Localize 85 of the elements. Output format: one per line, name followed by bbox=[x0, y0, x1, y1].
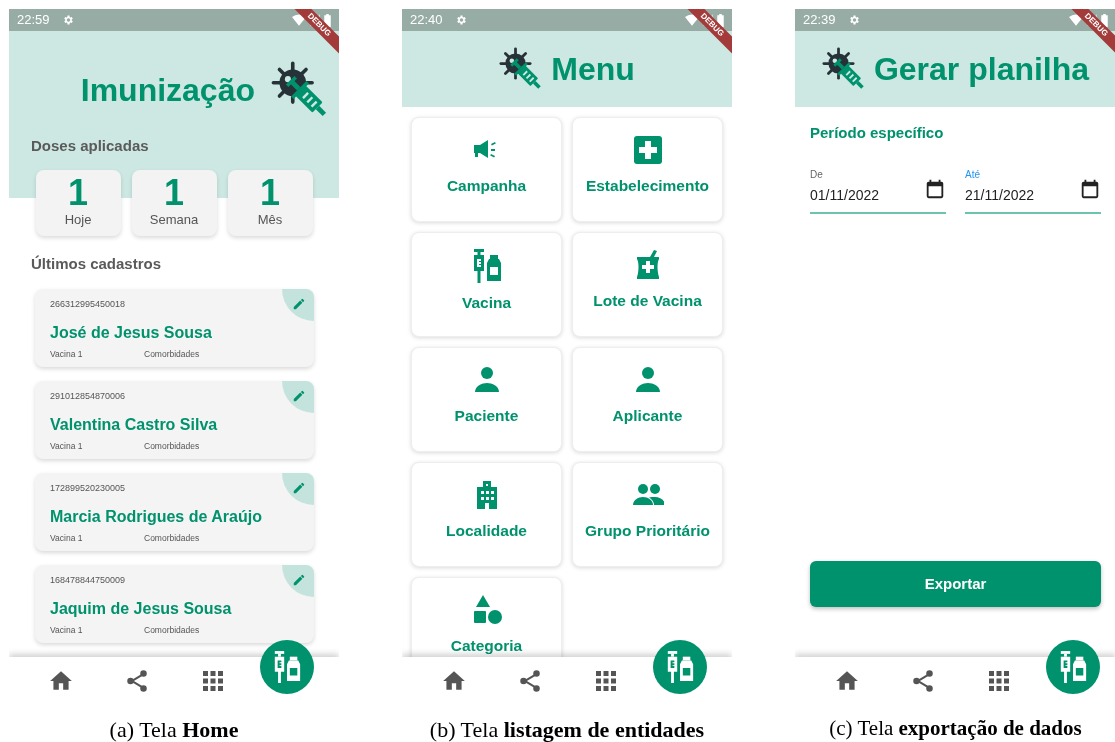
battery-icon bbox=[717, 13, 724, 27]
add-vaccination-button[interactable] bbox=[653, 640, 707, 694]
figure-caption: (b) Tela listagem de entidades bbox=[429, 716, 705, 742]
menu-label: Localidade bbox=[446, 521, 527, 541]
person-name: Valentina Castro Silva bbox=[50, 414, 219, 435]
comorbidities-label: Comorbidades bbox=[144, 347, 200, 361]
status-time: 22:59 bbox=[17, 11, 50, 30]
battery-icon bbox=[324, 13, 331, 27]
menu-label: Grupo Prioritário bbox=[585, 521, 710, 541]
vaccine-label: Vacina 1 bbox=[50, 347, 84, 361]
menu-card[interactable]: Localidade bbox=[411, 462, 562, 567]
field-value: 01/11/2022 bbox=[810, 185, 881, 205]
add-vaccination-button[interactable] bbox=[1046, 640, 1100, 694]
menu-card[interactable]: Lote de Vacina bbox=[572, 232, 723, 337]
record-id: 266312995450018 bbox=[50, 298, 127, 311]
virus-syringe-icon bbox=[821, 47, 866, 91]
menu-label: Lote de Vacina bbox=[593, 291, 702, 311]
status-time: 22:39 bbox=[803, 11, 836, 30]
stat-label: Semana bbox=[149, 210, 199, 229]
pencil-icon bbox=[292, 573, 306, 587]
field-value: 21/11/2022 bbox=[965, 185, 1036, 205]
page-title: Gerar planilha bbox=[873, 50, 1090, 89]
calendar-icon[interactable] bbox=[1079, 177, 1101, 200]
medical-cross-icon bbox=[631, 134, 664, 166]
field-label: De bbox=[810, 167, 824, 182]
menu-card[interactable]: Campanha bbox=[411, 117, 562, 222]
calendar-icon[interactable] bbox=[924, 177, 946, 200]
menu-card[interactable]: Aplicante bbox=[572, 347, 723, 452]
record-id: 291012854870006 bbox=[50, 390, 127, 403]
stat-label: Hoje bbox=[64, 210, 92, 229]
menu-card[interactable]: Grupo Prioritário bbox=[572, 462, 723, 567]
gear-icon bbox=[61, 14, 74, 26]
comorbidities-label: Comorbidades bbox=[144, 623, 200, 637]
status-time: 22:40 bbox=[410, 11, 443, 30]
pencil-icon bbox=[292, 297, 306, 311]
apps-grid-icon[interactable] bbox=[201, 669, 225, 693]
page-title: Menu bbox=[551, 50, 635, 89]
vaccine-label: Vacina 1 bbox=[50, 623, 84, 637]
pencil-icon bbox=[292, 481, 306, 495]
syringe-vial-icon bbox=[272, 651, 302, 683]
menu-label: Aplicante bbox=[612, 406, 683, 426]
section-heading: Últimos cadastros bbox=[31, 253, 163, 274]
vaccine-label: Vacina 1 bbox=[50, 439, 84, 453]
syringe-vial-icon bbox=[665, 651, 695, 683]
stat-value: 1 bbox=[68, 175, 88, 210]
apps-grid-icon[interactable] bbox=[987, 669, 1011, 693]
date-field[interactable]: De 01/11/2022 bbox=[810, 166, 946, 214]
section-heading: Doses aplicadas bbox=[31, 136, 150, 156]
apps-grid-icon[interactable] bbox=[594, 669, 618, 693]
record-id: 172899520230005 bbox=[50, 482, 127, 495]
comorbidities-label: Comorbidades bbox=[144, 439, 200, 453]
stat-value: 1 bbox=[260, 175, 280, 210]
menu-card[interactable]: Vacina bbox=[411, 232, 562, 337]
menu-label: Categoria bbox=[450, 636, 523, 656]
section-heading: Período específico bbox=[810, 123, 945, 143]
menu-card[interactable]: Categoria bbox=[411, 577, 562, 657]
virus-syringe-icon bbox=[271, 61, 329, 119]
date-field[interactable]: Até 21/11/2022 bbox=[965, 166, 1101, 214]
gear-icon bbox=[847, 14, 860, 26]
syringe-vial-icon bbox=[1058, 651, 1088, 683]
menu-card[interactable]: Estabelecimento bbox=[572, 117, 723, 222]
figure-caption: (a) Tela Home bbox=[109, 716, 239, 742]
record-id: 168478844750009 bbox=[50, 574, 127, 587]
share-icon[interactable] bbox=[517, 668, 543, 694]
stat-value: 1 bbox=[164, 175, 184, 210]
share-icon[interactable] bbox=[910, 668, 936, 694]
comorbidities-label: Comorbidades bbox=[144, 531, 200, 545]
vaccine-label: Vacina 1 bbox=[50, 531, 84, 545]
battery-icon bbox=[1101, 13, 1108, 27]
person-name: Jaquim de Jesus Sousa bbox=[50, 598, 233, 619]
person-name: José de Jesus Sousa bbox=[50, 322, 213, 343]
figure-caption: (c) Tela exportação de dados bbox=[829, 715, 1082, 742]
menu-label: Campanha bbox=[446, 176, 527, 196]
export-button[interactable]: Exportar bbox=[810, 561, 1101, 607]
person-name: Marcia Rodrigues de Araújo bbox=[50, 506, 263, 527]
field-label: Até bbox=[965, 167, 981, 182]
pencil-icon bbox=[292, 389, 306, 403]
menu-label: Estabelecimento bbox=[585, 176, 710, 196]
gear-icon bbox=[454, 14, 467, 26]
share-icon[interactable] bbox=[124, 668, 150, 694]
stat-label: Mês bbox=[257, 210, 283, 229]
menu-card[interactable]: Paciente bbox=[411, 347, 562, 452]
menu-label: Paciente bbox=[454, 406, 519, 426]
app-title: Imunização bbox=[80, 71, 255, 110]
menu-label: Vacina bbox=[461, 293, 512, 313]
